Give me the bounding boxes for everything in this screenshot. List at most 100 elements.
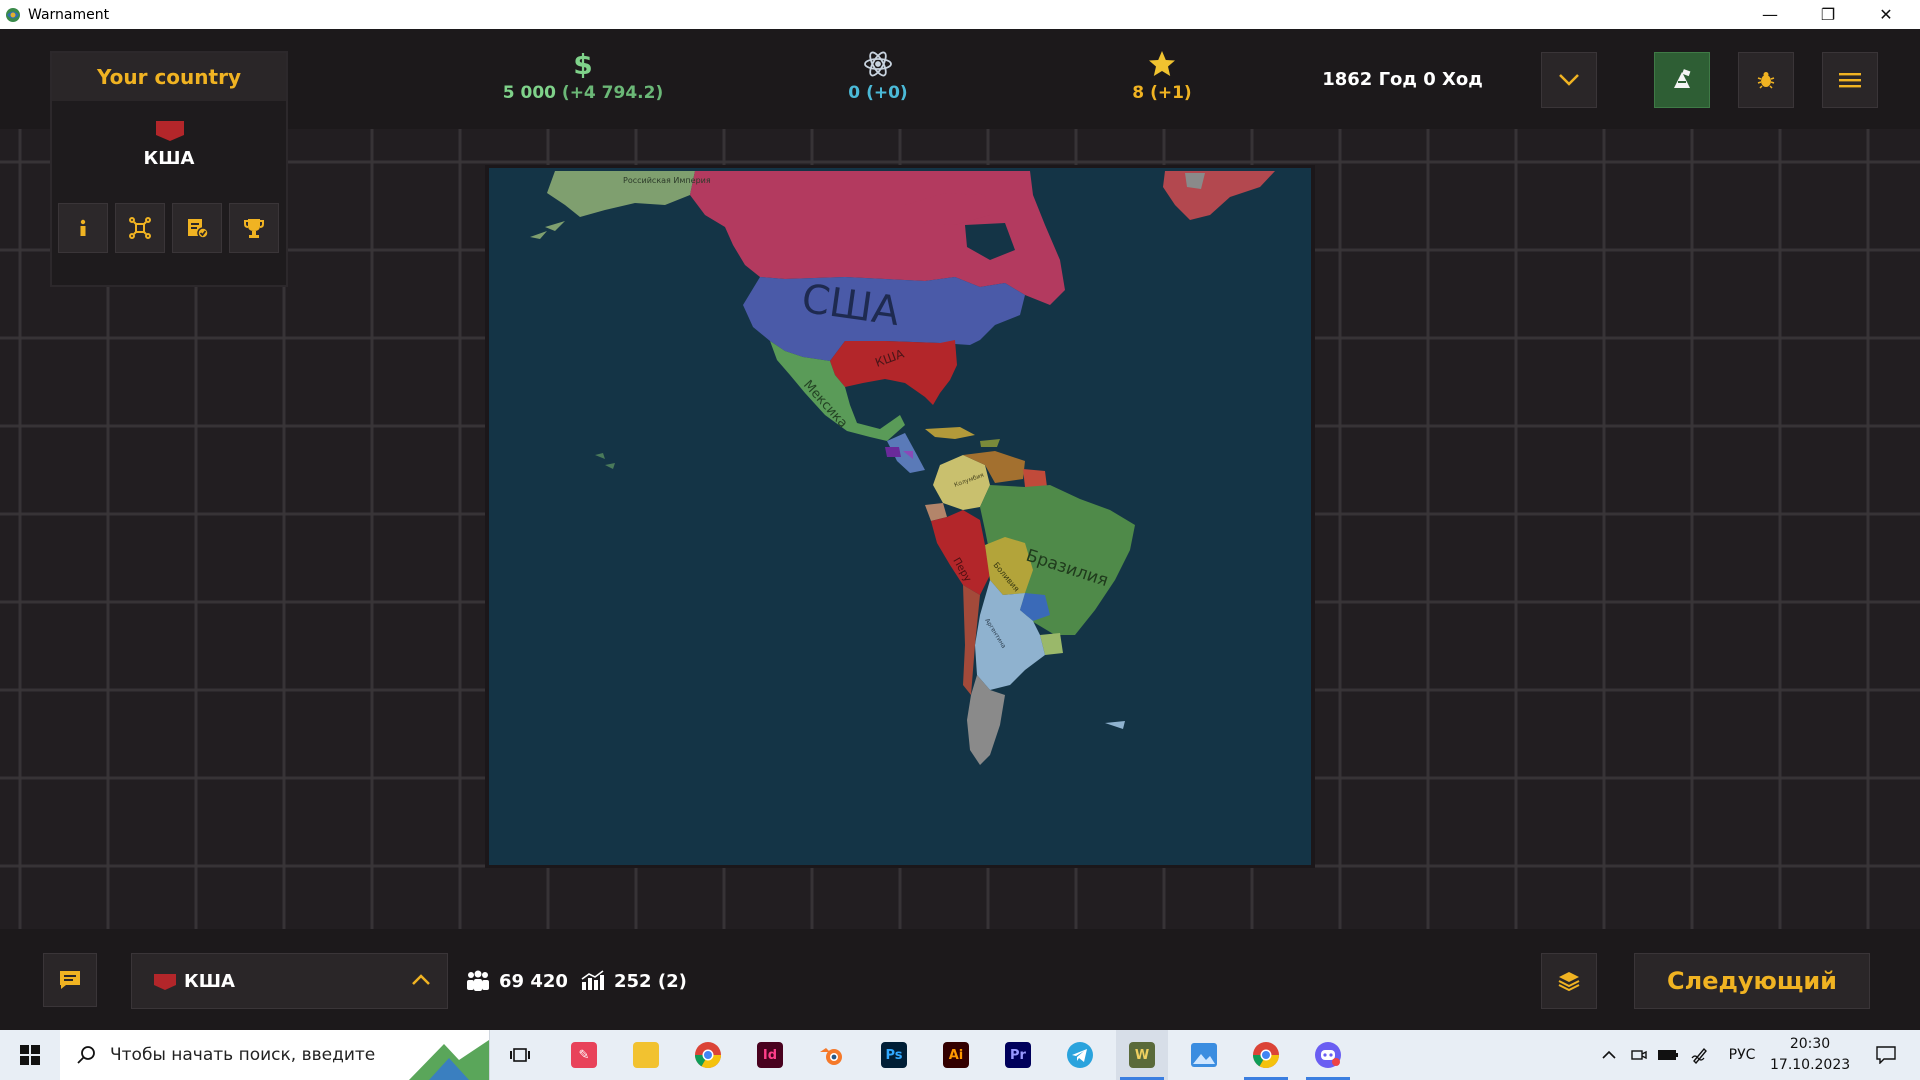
country-select[interactable]: КША xyxy=(131,953,448,1009)
blender-icon xyxy=(820,1048,842,1065)
population-icon xyxy=(467,970,489,991)
task-view-icon xyxy=(510,1048,530,1062)
network-icon xyxy=(129,217,151,239)
science-delta: (+0) xyxy=(866,83,908,103)
diplomacy-network-button[interactable] xyxy=(115,203,165,253)
science-value: 0 xyxy=(848,83,861,103)
taskbar-app-explorer[interactable] xyxy=(620,1030,672,1080)
industry-chart-icon xyxy=(581,970,604,990)
chat-button[interactable] xyxy=(43,953,97,1007)
taskbar-search[interactable]: Чтобы начать поиск, введите xyxy=(60,1030,490,1080)
taskbar-app-pen[interactable]: ✎ xyxy=(558,1030,610,1080)
tray-battery-button[interactable] xyxy=(1654,1030,1682,1080)
pen-tray-icon xyxy=(1691,1047,1707,1064)
indesign-icon: Id xyxy=(757,1042,783,1068)
country-info-button[interactable] xyxy=(58,203,108,253)
taskbar-app-indesign[interactable]: Id xyxy=(744,1030,796,1080)
taskbar-app-blender[interactable] xyxy=(806,1030,858,1080)
population-value: 69 420 xyxy=(499,970,568,992)
tray-language[interactable]: РУС xyxy=(1722,1030,1762,1080)
atom-icon xyxy=(864,51,892,77)
turn-label: 1862 Год 0 Ход xyxy=(1322,69,1483,90)
taskbar-app-chrome-2[interactable] xyxy=(1240,1030,1292,1080)
prestige-value: 8 xyxy=(1132,83,1145,103)
photos-icon xyxy=(1191,1043,1217,1067)
game-area: Your country КША $ 5 000 (+4 794.2) 0 (+… xyxy=(0,29,1920,1030)
start-button[interactable] xyxy=(0,1030,60,1080)
tray-pen-button[interactable] xyxy=(1686,1030,1714,1080)
illustrator-icon: Ai xyxy=(943,1042,969,1068)
taskbar-app-illustrator[interactable]: Ai xyxy=(930,1030,982,1080)
pen-app-icon: ✎ xyxy=(571,1042,597,1068)
premiere-icon: Pr xyxy=(1005,1042,1031,1068)
selected-country-name: КША xyxy=(184,971,235,992)
collapse-toggle-button[interactable] xyxy=(1541,52,1597,108)
science-resource: 0 (+0) xyxy=(768,49,988,103)
window-titlebar: Warnament — ❐ ✕ xyxy=(0,0,1920,29)
taskbar-app-photoshop[interactable]: Ps xyxy=(868,1030,920,1080)
region-guyana xyxy=(1023,469,1047,487)
money-delta: (+4 794.2) xyxy=(561,83,664,103)
notifications-button[interactable] xyxy=(1866,1030,1906,1080)
window-title: Warnament xyxy=(28,6,110,23)
warnament-app-icon xyxy=(6,7,20,22)
svg-text:$: $ xyxy=(573,50,592,78)
clock-time: 20:30 xyxy=(1789,1036,1831,1052)
telegram-icon xyxy=(1067,1042,1093,1068)
search-icon xyxy=(77,1046,95,1064)
chrome-icon xyxy=(695,1042,721,1068)
chrome-icon xyxy=(1253,1042,1279,1068)
money-value: 5 000 xyxy=(502,83,556,103)
folder-icon xyxy=(633,1042,659,1068)
minimize-button[interactable]: — xyxy=(1747,0,1793,29)
tray-meet-button[interactable] xyxy=(1626,1030,1652,1080)
camera-icon xyxy=(1631,1050,1647,1060)
windows-logo-icon xyxy=(20,1045,40,1065)
taskbar-app-discord[interactable] xyxy=(1302,1030,1354,1080)
windows-taskbar: Чтобы начать поиск, введите ✎ Id Ps Ai P… xyxy=(0,1030,1920,1080)
taskbar-app-telegram[interactable] xyxy=(1054,1030,1106,1080)
laws-button[interactable] xyxy=(172,203,222,253)
industry-stat: 252 (2) xyxy=(580,970,687,992)
country-panel: Your country КША xyxy=(50,51,288,287)
main-menu-button[interactable] xyxy=(1822,52,1878,108)
map-mode-icon xyxy=(1674,69,1691,88)
country-panel-header: Your country xyxy=(52,53,286,101)
bug-report-button[interactable] xyxy=(1738,52,1794,108)
photoshop-icon: Ps xyxy=(881,1042,907,1068)
bug-icon xyxy=(1757,72,1775,89)
population-stat: 69 420 xyxy=(465,970,568,992)
chevron-up-icon xyxy=(412,974,430,985)
info-icon xyxy=(80,219,86,236)
tray-overflow-button[interactable] xyxy=(1598,1030,1620,1080)
tray-clock[interactable]: 20:30 17.10.2023 xyxy=(1770,1034,1850,1076)
achievements-button[interactable] xyxy=(229,203,279,253)
star-icon xyxy=(1149,51,1175,76)
discord-icon xyxy=(1315,1042,1341,1068)
country-name: КША xyxy=(143,148,195,169)
restore-button[interactable]: ❐ xyxy=(1805,0,1851,29)
money-resource: $ 5 000 (+4 794.2) xyxy=(473,49,693,103)
close-button[interactable]: ✕ xyxy=(1863,0,1909,29)
clock-date: 17.10.2023 xyxy=(1770,1057,1851,1073)
search-highlight-image xyxy=(409,1040,489,1080)
task-view-button[interactable] xyxy=(494,1030,546,1080)
chevron-down-icon xyxy=(1559,74,1579,86)
taskbar-app-photos[interactable] xyxy=(1178,1030,1230,1080)
taskbar-app-warnament[interactable]: W xyxy=(1116,1030,1168,1080)
chat-icon xyxy=(60,971,80,989)
taskbar-app-chrome[interactable] xyxy=(682,1030,734,1080)
country-flag-icon xyxy=(156,121,184,141)
layers-icon xyxy=(1558,972,1580,992)
warnament-icon: W xyxy=(1129,1042,1155,1068)
layers-button[interactable] xyxy=(1541,953,1597,1009)
map-mode-button[interactable] xyxy=(1654,52,1710,108)
world-map[interactable]: Российская Империя США КША Мексика Колум… xyxy=(485,165,1315,868)
search-placeholder: Чтобы начать поиск, введите xyxy=(110,1045,376,1065)
prestige-resource: 8 (+1) xyxy=(1052,49,1272,103)
map-label-russian-empire: Российская Империя xyxy=(623,176,711,185)
next-turn-button[interactable]: Следующий xyxy=(1634,953,1870,1009)
taskbar-app-premiere[interactable]: Pr xyxy=(992,1030,1044,1080)
country-flag-icon xyxy=(154,974,176,990)
dollar-icon: $ xyxy=(573,50,592,78)
